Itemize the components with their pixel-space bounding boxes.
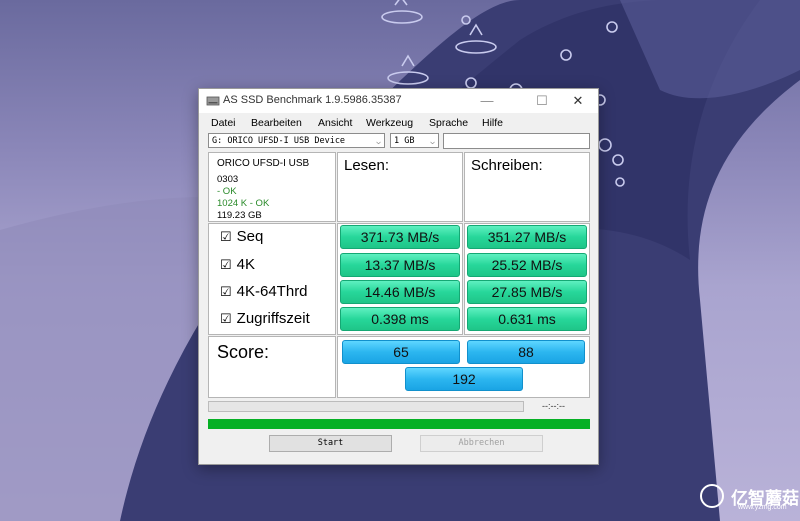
maximize-button[interactable]: ☐ [527, 91, 557, 111]
device-select[interactable]: G: ORICO UFSD-I USB Device ⌵ [208, 133, 385, 148]
menu-bar: Datei Bearbeiten Ansicht Werkzeug Sprach… [199, 113, 598, 133]
watermark-url: www.yzmg.com [738, 504, 787, 511]
start-button[interactable]: Start [269, 435, 392, 452]
chevron-down-icon: ⌵ [376, 137, 381, 146]
read-column-header: Lesen: [337, 152, 463, 222]
completion-bar [208, 419, 590, 429]
chevron-down-icon: ⌵ [430, 137, 435, 146]
read-score: 65 [342, 340, 460, 364]
score-label: Score: [217, 342, 270, 362]
test-row-seq[interactable]: ☑ Seq [220, 228, 263, 245]
window-title: AS SSD Benchmark 1.9.5986.35387 [223, 94, 402, 106]
4k64-read-result: 14.46 MB/s [340, 280, 460, 304]
score-label-panel: Score: [208, 336, 336, 398]
test-progress-bar [208, 401, 524, 412]
test-label: 4K-64Thrd [236, 283, 308, 300]
seq-write-result: 351.27 MB/s [467, 225, 587, 249]
total-score: 192 [405, 367, 523, 391]
4k-write-result: 25.52 MB/s [467, 253, 587, 277]
write-column-header: Schreiben: [464, 152, 590, 222]
checkbox-icon[interactable]: ☑ [220, 284, 232, 299]
test-label: Zugriffszeit [236, 310, 310, 327]
size-select[interactable]: 1 GB ⌵ [390, 133, 439, 148]
drive-capacity: 119.23 GB [217, 210, 262, 221]
mushroom-icon [700, 484, 724, 508]
test-label: Seq [236, 228, 264, 245]
test-row-4k[interactable]: ☑ 4K [220, 256, 255, 273]
custom-text-field[interactable] [443, 133, 590, 149]
size-select-value: 1 GB [394, 136, 415, 146]
test-row-4k-64thrd[interactable]: ☑ 4K-64Thrd [220, 283, 308, 300]
test-row-access-time[interactable]: ☑ Zugriffszeit [220, 310, 310, 327]
title-bar[interactable]: AS SSD Benchmark 1.9.5986.35387 — ☐ ✕ [199, 89, 598, 113]
menu-werkzeug[interactable]: Werkzeug [366, 117, 413, 129]
cancel-button[interactable]: Abbrechen [420, 435, 543, 452]
read-header-label: Lesen: [344, 157, 390, 174]
menu-sprache[interactable]: Sprache [429, 117, 468, 129]
menu-ansicht[interactable]: Ansicht [318, 117, 352, 129]
seq-read-result: 371.73 MB/s [340, 225, 460, 249]
access-write-result: 0.631 ms [467, 307, 587, 331]
access-read-result: 0.398 ms [340, 307, 460, 331]
menu-hilfe[interactable]: Hilfe [482, 117, 503, 129]
test-label: 4K [236, 256, 256, 273]
write-score: 88 [467, 340, 585, 364]
as-ssd-window: AS SSD Benchmark 1.9.5986.35387 — ☐ ✕ Da… [198, 88, 599, 465]
hard-drive-icon [206, 96, 220, 106]
close-button[interactable]: ✕ [563, 91, 593, 111]
drive-name: ORICO UFSD-I USB [217, 158, 310, 169]
driver-status: - OK [217, 186, 237, 197]
minimize-button[interactable]: — [472, 91, 502, 111]
alignment-status: 1024 K - OK [217, 198, 270, 209]
test-labels-panel: ☑ Seq ☑ 4K ☑ 4K-64Thrd ☑ Zugriffszeit [208, 223, 336, 335]
drive-firmware: 0303 [217, 174, 239, 185]
elapsed-time: --:--:-- [542, 401, 565, 411]
write-header-label: Schreiben: [471, 157, 543, 174]
menu-bearbeiten[interactable]: Bearbeiten [251, 117, 302, 129]
checkbox-icon[interactable]: ☑ [220, 311, 232, 326]
menu-datei[interactable]: Datei [211, 117, 236, 129]
checkbox-icon[interactable]: ☑ [220, 229, 232, 244]
checkbox-icon[interactable]: ☑ [220, 257, 232, 272]
device-select-value: G: ORICO UFSD-I USB Device [212, 136, 346, 146]
4k64-write-result: 27.85 MB/s [467, 280, 587, 304]
watermark-logo: 亿智蘑菇 www.yzmg.com [700, 484, 800, 512]
drive-info-panel: ORICO UFSD-I USB 0303 - OK 1024 K - OK 1… [208, 152, 336, 222]
4k-read-result: 13.37 MB/s [340, 253, 460, 277]
